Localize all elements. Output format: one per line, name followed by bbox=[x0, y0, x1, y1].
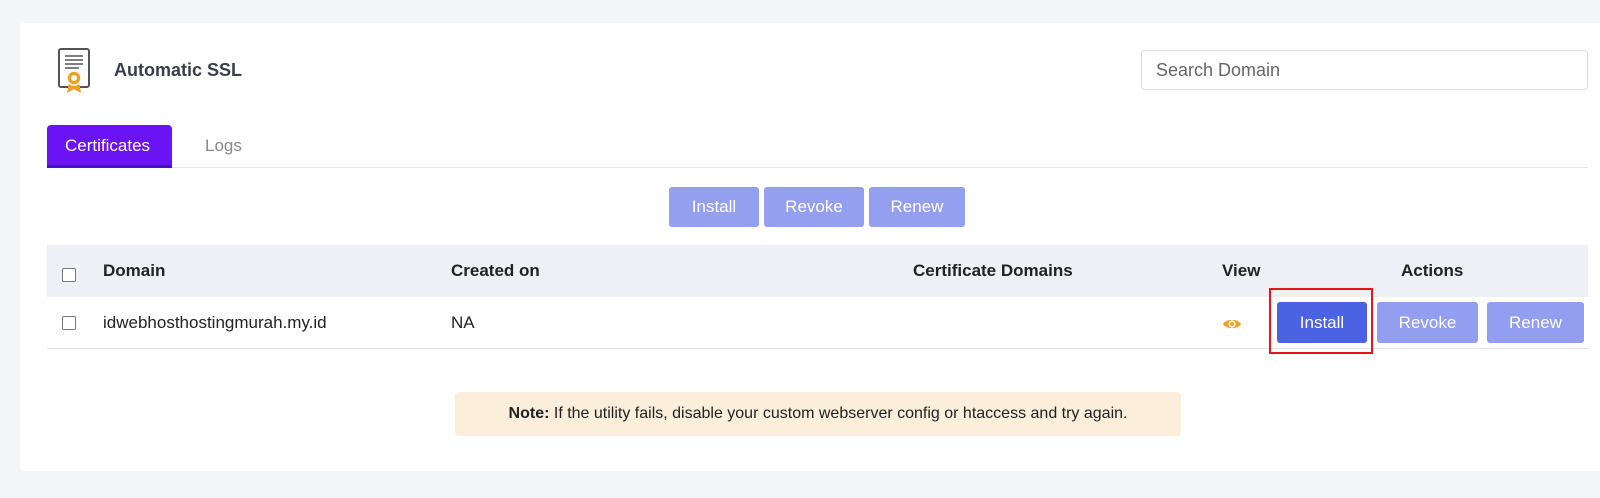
tab-certificates[interactable]: Certificates bbox=[47, 125, 172, 168]
note-banner: Note: If the utility fails, disable your… bbox=[455, 392, 1181, 436]
select-all-checkbox[interactable] bbox=[62, 268, 76, 282]
page-title: Automatic SSL bbox=[114, 60, 243, 80]
created-on-cell: NA bbox=[451, 313, 475, 332]
bulk-install-button[interactable]: Install bbox=[669, 187, 759, 227]
highlight-box bbox=[1269, 288, 1373, 354]
tab-bar: Certificates Logs bbox=[47, 125, 1588, 168]
column-domain: Domain bbox=[103, 261, 166, 280]
bulk-renew-button[interactable]: Renew bbox=[869, 187, 965, 227]
note-text: If the utility fails, disable your custo… bbox=[549, 405, 1128, 422]
column-actions: Actions bbox=[1401, 261, 1464, 280]
column-certificate-domains: Certificate Domains bbox=[913, 261, 1073, 280]
certificate-icon bbox=[58, 48, 90, 93]
note-label: Note: bbox=[508, 405, 550, 422]
column-view: View bbox=[1222, 261, 1261, 280]
column-created-on: Created on bbox=[451, 261, 540, 280]
domain-cell: idwebhosthostingmurah.my.id bbox=[103, 313, 327, 332]
bulk-revoke-button[interactable]: Revoke bbox=[764, 187, 864, 227]
eye-icon[interactable] bbox=[1222, 317, 1242, 331]
search-input[interactable] bbox=[1141, 50, 1588, 90]
row-revoke-button[interactable]: Revoke bbox=[1377, 302, 1478, 343]
tab-logs[interactable]: Logs bbox=[187, 125, 260, 168]
row-renew-button[interactable]: Renew bbox=[1487, 302, 1584, 343]
row-checkbox[interactable] bbox=[62, 316, 76, 330]
